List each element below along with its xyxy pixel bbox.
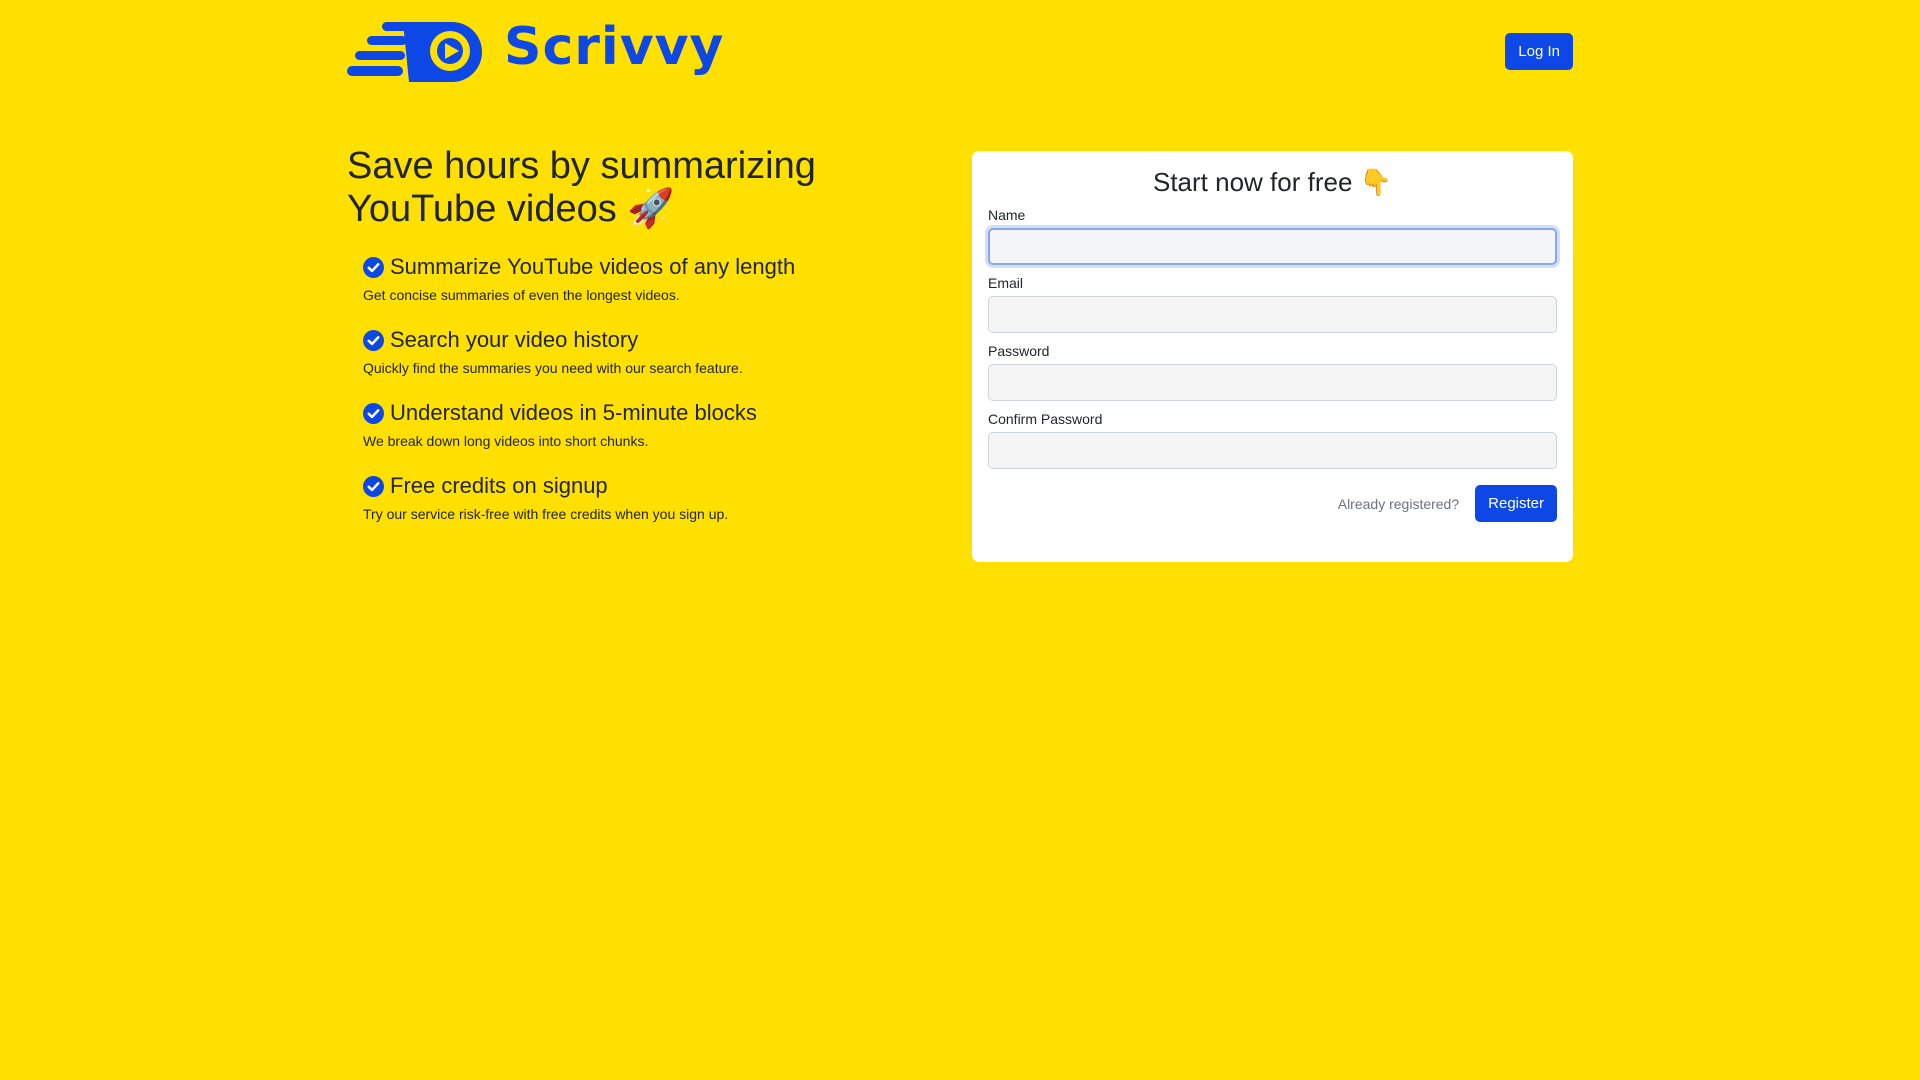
check-circle-icon	[363, 256, 384, 278]
confirm-password-label: Confirm Password	[988, 411, 1103, 427]
page-container: Scrivvy Log In Save hours by summarizing…	[347, 0, 1573, 1080]
brand-logo[interactable]: Scrivvy	[347, 18, 724, 82]
feature-description: Try our service risk-free with free cred…	[363, 506, 729, 522]
header: Scrivvy Log In	[347, 0, 1573, 100]
feature-description: Quickly find the summaries you need with…	[363, 360, 743, 376]
name-label: Name	[988, 207, 1026, 223]
play-logo-icon	[347, 22, 482, 82]
feature-title: Search your video history	[390, 327, 639, 352]
feature-title: Understand videos in 5-minute blocks	[390, 400, 757, 425]
register-card: Start now for free 👇 Name Email Password…	[972, 151, 1573, 562]
name-input[interactable]	[988, 228, 1557, 265]
brand-name: Scrivvy	[504, 17, 725, 77]
email-input[interactable]	[988, 296, 1557, 333]
check-circle-icon	[363, 475, 384, 497]
already-registered-link[interactable]: Already registered?	[1338, 496, 1459, 512]
feature-item: Summarize YouTube videos of any length G…	[363, 253, 927, 303]
form-actions: Already registered? Register	[988, 485, 1557, 522]
password-label: Password	[988, 343, 1050, 359]
feature-list: Summarize YouTube videos of any length G…	[363, 253, 927, 522]
hero-title: Save hours by summarizing YouTube videos…	[347, 145, 816, 230]
confirm-password-input[interactable]	[988, 432, 1557, 469]
email-label: Email	[988, 275, 1024, 291]
confirm-password-field-group: Confirm Password	[988, 411, 1557, 469]
feature-title: Summarize YouTube videos of any length	[390, 254, 796, 279]
check-circle-icon	[363, 402, 384, 424]
password-input[interactable]	[988, 364, 1557, 401]
name-field-group: Name	[988, 207, 1557, 265]
feature-description: We break down long videos into short chu…	[363, 433, 649, 449]
feature-title: Free credits on signup	[390, 473, 608, 498]
login-button[interactable]: Log In	[1505, 33, 1573, 70]
feature-description: Get concise summaries of even the longes…	[363, 287, 680, 303]
email-field-group: Email	[988, 275, 1557, 333]
feature-item: Free credits on signup Try our service r…	[363, 472, 927, 522]
hero-section: Save hours by summarizing YouTube videos…	[347, 145, 927, 545]
check-circle-icon	[363, 329, 384, 351]
password-field-group: Password	[988, 343, 1557, 401]
register-title: Start now for free 👇	[1152, 167, 1392, 197]
register-button[interactable]: Register	[1475, 485, 1557, 522]
feature-item: Understand videos in 5-minute blocks We …	[363, 399, 927, 449]
feature-item: Search your video history Quickly find t…	[363, 326, 927, 376]
